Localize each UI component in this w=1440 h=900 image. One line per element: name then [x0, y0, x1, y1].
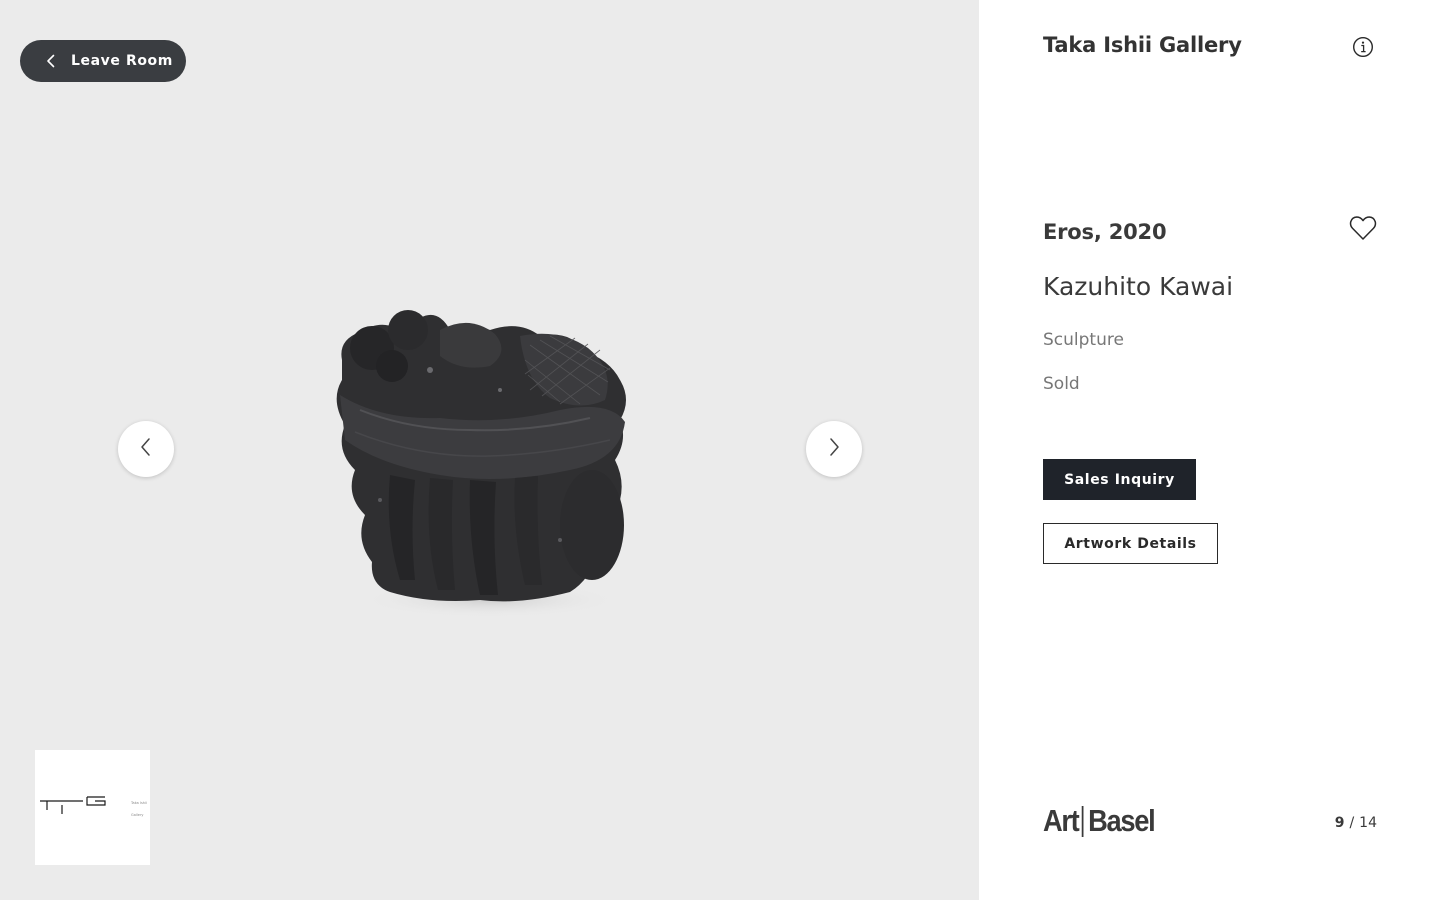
leave-room-label: Leave Room: [71, 53, 173, 69]
chevron-right-icon: [827, 437, 841, 461]
art-basel-logo: Art Basel: [1043, 803, 1156, 838]
artwork-viewer: Leave Room Taka Ishii Gallery: [0, 0, 979, 900]
thumbnail-caption-line2: Gallery: [131, 813, 143, 817]
chevron-left-icon: [139, 437, 153, 461]
sales-inquiry-button[interactable]: Sales Inquiry: [1043, 459, 1196, 500]
leave-room-button[interactable]: Leave Room: [20, 40, 186, 82]
artwork-title: Eros, 2020: [1043, 220, 1167, 244]
logo-part-art: Art: [1043, 803, 1080, 838]
artist-name[interactable]: Kazuhito Kawai: [1043, 272, 1233, 301]
previous-artwork-button[interactable]: [118, 421, 174, 477]
gallery-name: Taka Ishii Gallery: [1043, 33, 1242, 57]
heart-icon[interactable]: [1349, 215, 1377, 241]
artwork-pager: 9/14: [1335, 815, 1377, 831]
pager-current: 9: [1334, 815, 1345, 831]
availability-status: Sold: [1043, 374, 1080, 394]
thumbnail-caption-line1: Taka Ishii: [130, 801, 147, 805]
logo-part-basel: Basel: [1088, 803, 1156, 838]
logo-divider: [1081, 805, 1084, 837]
artwork-image: [320, 300, 650, 630]
pager-total: 14: [1359, 815, 1377, 831]
next-artwork-button[interactable]: [806, 421, 862, 477]
pager-separator: /: [1349, 815, 1355, 831]
gallery-thumbnail[interactable]: Taka Ishii Gallery: [35, 750, 150, 865]
artwork-info-panel: Taka Ishii Gallery Eros, 2020 Kazuhito K…: [979, 0, 1440, 900]
info-icon[interactable]: [1352, 36, 1374, 58]
chevron-left-icon: [44, 54, 58, 68]
artwork-medium: Sculpture: [1043, 330, 1124, 350]
artwork-details-button[interactable]: Artwork Details: [1043, 523, 1218, 564]
